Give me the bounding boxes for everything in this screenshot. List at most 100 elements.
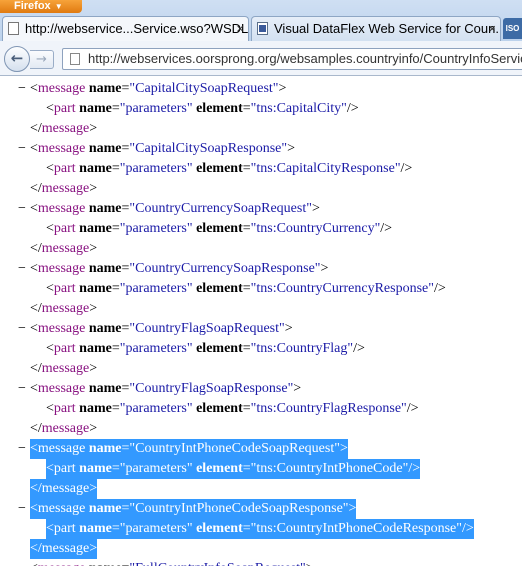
part-tag: part xyxy=(53,521,80,536)
part-line: <part name="parameters" element="tns:Cou… xyxy=(46,399,419,419)
message-tag: message xyxy=(37,381,89,396)
collapse-toggle-icon[interactable]: − xyxy=(18,439,26,459)
parameters-value: "parameters" xyxy=(119,401,197,416)
message-close-line: </message> xyxy=(30,419,97,439)
attr-name: name xyxy=(79,521,112,536)
attr-name: name xyxy=(88,441,122,456)
punct: = xyxy=(111,401,120,416)
message-close-line: </message> xyxy=(30,119,97,139)
parameters-value: "parameters" xyxy=(119,341,197,356)
punct: /> xyxy=(406,401,419,416)
message-open-line: <message name="CapitalCitySoapRequest"> xyxy=(30,79,286,99)
message-close-line: </message> xyxy=(30,479,98,499)
parameters-value: "parameters" xyxy=(119,461,197,476)
punct: > xyxy=(311,201,320,216)
punct: = xyxy=(242,521,251,536)
message-tag: message xyxy=(37,261,89,276)
punct: = xyxy=(111,341,120,356)
punct: < xyxy=(30,441,38,456)
punct: = xyxy=(242,401,251,416)
punct: < xyxy=(46,161,54,176)
attr-name: name xyxy=(79,101,112,116)
message-tag: message xyxy=(37,441,89,456)
punct: < xyxy=(46,341,54,356)
part-line: <part name="parameters" element="tns:Cap… xyxy=(46,99,359,119)
attr-element: element xyxy=(196,461,243,476)
collapse-toggle-icon[interactable]: − xyxy=(18,79,26,99)
attr-name: name xyxy=(79,341,112,356)
collapse-toggle-icon[interactable]: − xyxy=(18,139,26,159)
message-open-line: <message name="CountryCurrencySoapRespon… xyxy=(30,259,328,279)
part-line: <part name="parameters" element="tns:Cou… xyxy=(46,279,446,299)
address-bar[interactable]: http://webservices.oorsprong.org/websamp… xyxy=(62,48,522,70)
attr-name: name xyxy=(88,81,122,96)
iso-tab-icon[interactable]: ISO xyxy=(503,18,522,39)
punct: </ xyxy=(30,181,42,196)
address-text: http://webservices.oorsprong.org/websamp… xyxy=(88,51,522,66)
close-icon[interactable]: × xyxy=(236,17,244,40)
part-tag: part xyxy=(53,461,80,476)
message-tag: message xyxy=(41,121,90,136)
collapse-toggle-icon[interactable]: − xyxy=(18,319,26,339)
message-name-value: "CountryFlagSoapResponse" xyxy=(129,381,294,396)
tab-visual-dataflex[interactable]: Visual DataFlex Web Service for Coun... … xyxy=(251,16,501,41)
punct: = xyxy=(242,281,251,296)
punct: > xyxy=(320,261,329,276)
punct: </ xyxy=(30,241,42,256)
punct: > xyxy=(287,141,295,156)
xml-document: − <message name="CapitalCitySoapRequest">… xyxy=(0,77,522,566)
collapse-toggle-icon[interactable]: − xyxy=(18,199,26,219)
attr-name: name xyxy=(88,141,122,156)
message-name-value: "CountryFlagSoapRequest" xyxy=(129,321,285,336)
punct: = xyxy=(242,221,251,236)
collapse-toggle-icon[interactable]: − xyxy=(18,259,26,279)
punct: = xyxy=(242,161,251,176)
collapse-toggle-icon[interactable]: − xyxy=(18,379,26,399)
punct: = xyxy=(111,281,120,296)
tab-title: Visual DataFlex Web Service for Coun... xyxy=(274,21,501,36)
attr-name: name xyxy=(88,501,122,516)
parameters-value: "parameters" xyxy=(119,101,197,116)
message-close-line: </message> xyxy=(30,299,97,319)
attr-name: name xyxy=(88,321,122,336)
punct: > xyxy=(89,181,98,196)
message-open-line: <message name="CountryIntPhoneCodeSoapRe… xyxy=(30,499,357,519)
firefox-menu-button[interactable]: Firefox ▼ xyxy=(0,0,82,13)
part-line: <part name="parameters" element="tns:Cap… xyxy=(46,159,412,179)
attr-name: name xyxy=(88,261,122,276)
punct: > xyxy=(89,241,98,256)
close-icon[interactable]: × xyxy=(488,17,496,40)
punct: /> xyxy=(380,221,393,236)
punct: < xyxy=(30,261,38,276)
punct: > xyxy=(348,501,357,516)
punct: > xyxy=(89,301,98,316)
element-value: "tns:CountryIntPhoneCode" xyxy=(250,461,409,476)
attr-element: element xyxy=(196,401,243,416)
navigation-bar: ← → http://webservices.oorsprong.org/web… xyxy=(0,41,522,76)
punct: = xyxy=(242,341,251,356)
message-name-value: "CountryIntPhoneCodeSoapResponse" xyxy=(129,501,349,516)
attr-name: name xyxy=(79,161,112,176)
back-button[interactable]: ← xyxy=(4,46,30,72)
tab-wsdl[interactable]: http://webservice...Service.wso?WSDL × xyxy=(2,16,249,41)
forward-button[interactable]: → xyxy=(30,50,54,69)
punct: > xyxy=(306,561,314,566)
collapse-toggle-icon[interactable]: − xyxy=(18,559,26,566)
message-open-line: <message name="CountryFlagSoapResponse"> xyxy=(30,379,301,399)
part-line: <part name="parameters" element="tns:Cou… xyxy=(46,519,474,539)
punct: </ xyxy=(30,301,42,316)
attr-element: element xyxy=(196,281,243,296)
punct: > xyxy=(89,421,98,436)
punct: = xyxy=(111,461,120,476)
attr-name: name xyxy=(89,561,122,566)
punct: < xyxy=(30,201,38,216)
punct: /> xyxy=(346,101,359,116)
attr-name: name xyxy=(79,281,112,296)
part-line: <part name="parameters" element="tns:Cou… xyxy=(46,219,392,239)
message-name-value: "CapitalCitySoapRequest" xyxy=(129,81,279,96)
attr-name: name xyxy=(79,221,112,236)
collapse-toggle-icon[interactable]: − xyxy=(18,499,26,519)
tab-strip: Firefox ▼ http://webservice...Service.wso… xyxy=(0,0,522,41)
element-value: "tns:CountryFlagResponse" xyxy=(250,401,407,416)
punct: < xyxy=(46,101,54,116)
